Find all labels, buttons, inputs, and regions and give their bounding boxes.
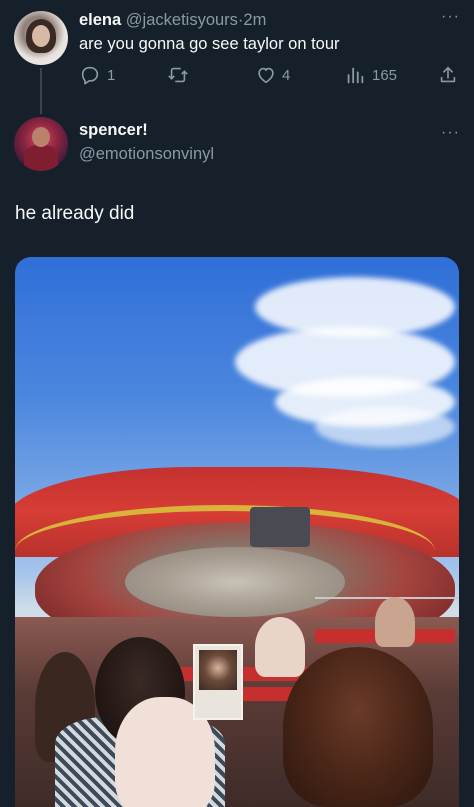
like-count: 4 xyxy=(282,66,291,84)
retweet-icon xyxy=(168,67,188,83)
avatar-body xyxy=(24,145,58,171)
share-button[interactable] xyxy=(437,64,459,86)
tweet1-header: elena @jacketisyours·2m xyxy=(79,11,266,30)
tweet2-text: he already did xyxy=(15,203,135,224)
share-icon xyxy=(440,66,456,83)
tweet2-author-name-wrap: spencer! xyxy=(79,121,148,140)
concert-stage xyxy=(250,507,310,547)
reply-icon xyxy=(81,66,99,85)
tweet2-photo[interactable] xyxy=(15,257,459,807)
retweet-button[interactable] xyxy=(167,64,189,86)
reply-button[interactable]: 1 xyxy=(79,64,115,86)
tweet2-author-handle[interactable]: @emotionsonvinyl xyxy=(79,145,214,164)
held-photo-picture xyxy=(199,650,237,690)
like-button[interactable]: 4 xyxy=(255,64,290,86)
views-button[interactable]: 165 xyxy=(344,64,397,86)
avatar-elena[interactable] xyxy=(14,11,68,65)
tweet1-more-icon[interactable]: ··· xyxy=(441,8,460,26)
avatar-face xyxy=(32,25,50,47)
tweet2-author-name[interactable]: spencer! xyxy=(79,121,148,139)
views-count: 165 xyxy=(372,66,398,84)
heart-icon xyxy=(258,67,274,84)
views-icon xyxy=(347,67,364,84)
tweet1-text: are you gonna go see taylor on tour xyxy=(79,35,340,53)
stadium-field xyxy=(125,547,345,617)
avatar-spencer[interactable] xyxy=(14,117,68,171)
tweet1-author-name[interactable]: elena xyxy=(79,11,121,29)
thread-connector-line xyxy=(40,68,42,114)
person-hair xyxy=(283,647,433,807)
person xyxy=(375,597,415,647)
person xyxy=(255,617,305,677)
avatar-head xyxy=(32,127,50,147)
reply-count: 1 xyxy=(107,66,116,84)
tweet2-more-icon[interactable]: ··· xyxy=(441,124,460,142)
tweet1-author-handle[interactable]: @jacketisyours xyxy=(126,11,238,29)
cloud xyxy=(315,407,455,447)
tweet1-timestamp[interactable]: 2m xyxy=(243,11,266,29)
held-photo xyxy=(193,644,243,720)
tweet1-action-bar: 1 4 165 xyxy=(79,64,463,88)
